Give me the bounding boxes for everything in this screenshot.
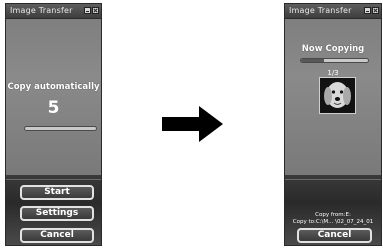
progress-bar [24, 126, 97, 131]
image-transfer-window-after: Image Transfer Now Copying 1/3 Copy from… [284, 3, 382, 246]
dog-photo-thumbnail [319, 77, 356, 114]
divider [6, 179, 101, 180]
cancel-button[interactable]: Cancel [20, 228, 94, 243]
right-arrow-icon [162, 106, 223, 142]
progress-bar [300, 58, 369, 63]
minimize-icon[interactable] [364, 7, 371, 14]
copy-from-text: Copy from:E: [315, 212, 351, 218]
copy-to-text: Copy to:C:\M... \02_07_24_01 [292, 219, 374, 225]
window-title: Image Transfer [289, 6, 352, 15]
titlebar[interactable]: Image Transfer [6, 4, 101, 19]
cancel-button[interactable]: Cancel [297, 228, 372, 243]
window-title: Image Transfer [10, 6, 73, 15]
settings-button[interactable]: Settings [20, 206, 94, 221]
titlebar[interactable]: Image Transfer [285, 4, 381, 19]
countdown-number: 5 [47, 98, 60, 118]
start-button[interactable]: Start [20, 185, 94, 200]
minimize-icon[interactable] [84, 7, 91, 14]
close-icon[interactable] [372, 7, 379, 14]
now-copying-heading: Now Copying [301, 44, 365, 54]
copy-auto-heading: Copy automatically [7, 82, 100, 92]
image-transfer-window-before: Image Transfer Copy automatically 5 Star… [5, 3, 102, 246]
progress-fill [301, 59, 325, 62]
close-icon[interactable] [92, 7, 99, 14]
divider [285, 179, 381, 180]
image-counter: 1/3 [327, 69, 339, 77]
